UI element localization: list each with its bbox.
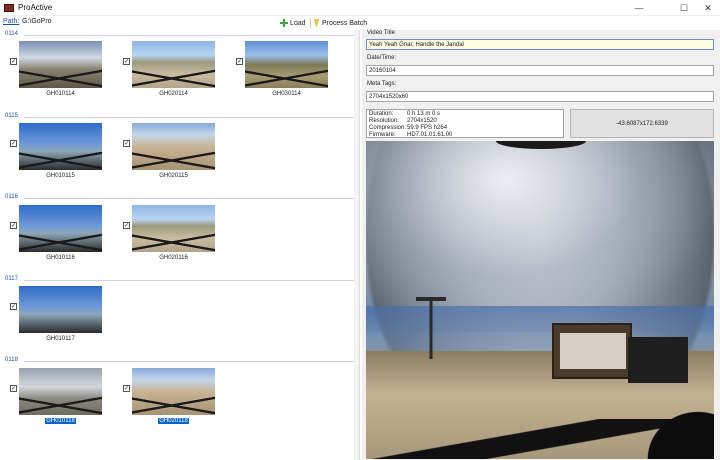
- group-divider: [24, 117, 354, 118]
- video-thumbnail[interactable]: [19, 205, 102, 252]
- group-label: 0115: [5, 113, 18, 119]
- item-name: GH010114: [46, 91, 75, 97]
- item-checkbox[interactable]: ✓: [123, 58, 130, 65]
- video-preview[interactable]: [366, 141, 714, 459]
- item-checkbox[interactable]: ✓: [10, 385, 17, 392]
- group-divider: [24, 35, 354, 36]
- selected-item-name: GH010118: [45, 418, 76, 424]
- process-batch-label: Process Batch: [322, 19, 368, 27]
- list-item[interactable]: ✓ GH030114: [236, 41, 328, 101]
- duration-key: Duration:: [369, 111, 394, 117]
- video-thumbnail[interactable]: [245, 41, 328, 88]
- compression-value: 59.9 FPS h264: [407, 125, 448, 131]
- list-item[interactable]: ✓ GH010117: [10, 286, 102, 346]
- process-batch-button[interactable]: Process Batch: [314, 17, 367, 29]
- datetime-input[interactable]: 20160104: [366, 65, 714, 76]
- item-checkbox[interactable]: ✓: [123, 385, 130, 392]
- group-divider: [24, 361, 354, 362]
- window-title: ProActive: [18, 3, 53, 12]
- resolution-value: 2704x1520: [407, 118, 437, 124]
- item-checkbox[interactable]: ✓: [10, 58, 17, 65]
- video-thumbnail[interactable]: [132, 41, 215, 88]
- duration-value: 0 h 13 m 0 s: [407, 111, 441, 117]
- video-info-box: Duration: 0 h 13 m 0 s Resolution: 2704x15…: [366, 109, 564, 138]
- gps-coordinates-button[interactable]: -43.6087x172.6339: [570, 109, 714, 138]
- video-thumbnail[interactable]: [132, 205, 215, 252]
- list-item[interactable]: ✓ GH020115: [123, 123, 215, 183]
- item-checkbox[interactable]: ✓: [10, 140, 17, 147]
- video-title-label: Video Title: [367, 30, 395, 36]
- video-list: 0114 ✓ GH010114 ✓ GH020114 ✓ GH030114 01…: [0, 30, 360, 460]
- item-name: GH010117: [46, 336, 75, 342]
- datetime-label: Date/Time:: [367, 55, 397, 61]
- video-thumbnail[interactable]: [132, 123, 215, 170]
- compression-key: Compression:: [369, 125, 407, 131]
- video-thumbnail[interactable]: [19, 286, 102, 333]
- video-thumbnail[interactable]: [19, 41, 102, 88]
- handlebar-grip: [634, 399, 714, 459]
- path-link[interactable]: Path:: [3, 18, 19, 25]
- list-item[interactable]: ✓ GH020114: [123, 41, 215, 101]
- list-item[interactable]: ✓ GH020116: [123, 205, 215, 265]
- item-name: GH010118: [19, 418, 102, 424]
- title-bar: ProActive — ☐ ✕: [0, 0, 720, 16]
- metatags-input[interactable]: 2704x1520x60: [366, 91, 714, 102]
- metatags-label: Meta Tags:: [367, 81, 397, 87]
- toolbar: Path: G:\GoPro Load Process Batch: [0, 16, 720, 30]
- minimize-button[interactable]: —: [628, 1, 650, 15]
- item-name: GH020116: [159, 255, 188, 261]
- toolbar-separator: [310, 18, 311, 28]
- group-label: 0114: [5, 31, 18, 37]
- resolution-key: Resolution:: [369, 118, 400, 124]
- preview-sky: [366, 141, 714, 332]
- item-name: GH020118: [132, 418, 215, 424]
- video-title-input[interactable]: Yeah Yeah Gnar, Handle the Jandal: [366, 39, 714, 50]
- load-button[interactable]: Load: [280, 17, 306, 29]
- selected-item-name: GH020118: [158, 418, 189, 424]
- load-label: Load: [290, 19, 306, 27]
- item-checkbox[interactable]: ✓: [10, 303, 17, 310]
- maximize-button[interactable]: ☐: [673, 1, 695, 15]
- item-name: GH020114: [159, 91, 188, 97]
- item-name: GH010116: [46, 255, 75, 261]
- item-name: GH010115: [46, 173, 75, 179]
- group-divider: [24, 198, 354, 199]
- item-name: GH020115: [159, 173, 188, 179]
- list-item[interactable]: ✓ GH010116: [10, 205, 102, 265]
- group-label: 0116: [5, 194, 18, 200]
- item-checkbox[interactable]: ✓: [10, 222, 17, 229]
- video-thumbnail[interactable]: [132, 368, 215, 415]
- group-label: 0117: [5, 276, 18, 282]
- close-button[interactable]: ✕: [697, 1, 719, 15]
- item-name: GH030114: [272, 91, 301, 97]
- video-thumbnail[interactable]: [19, 123, 102, 170]
- details-pane: Video Title Yeah Yeah Gnar, Handle the J…: [362, 30, 720, 460]
- group-label: 0118: [5, 357, 18, 363]
- path-value: G:\GoPro: [22, 18, 52, 25]
- video-thumbnail[interactable]: [19, 368, 102, 415]
- plus-icon: [280, 19, 288, 27]
- firmware-key: Firmware:: [369, 132, 396, 138]
- list-item[interactable]: ✓ GH010114: [10, 41, 102, 101]
- item-checkbox[interactable]: ✓: [123, 140, 130, 147]
- list-item[interactable]: ✓ GH010118: [10, 368, 102, 428]
- list-item[interactable]: ✓ GH010115: [10, 123, 102, 183]
- firmware-value: HD7.01.01.61.00: [407, 132, 453, 138]
- info-board: [628, 337, 688, 383]
- group-divider: [24, 280, 354, 281]
- batch-icon: [314, 19, 319, 27]
- chairlift-tower: [424, 299, 438, 359]
- list-scrollbar[interactable]: [354, 30, 359, 460]
- item-checkbox[interactable]: ✓: [236, 58, 243, 65]
- list-item[interactable]: ✓ GH020118: [123, 368, 215, 428]
- app-icon: [4, 4, 14, 12]
- trail-sign: [552, 323, 632, 379]
- item-checkbox[interactable]: ✓: [123, 222, 130, 229]
